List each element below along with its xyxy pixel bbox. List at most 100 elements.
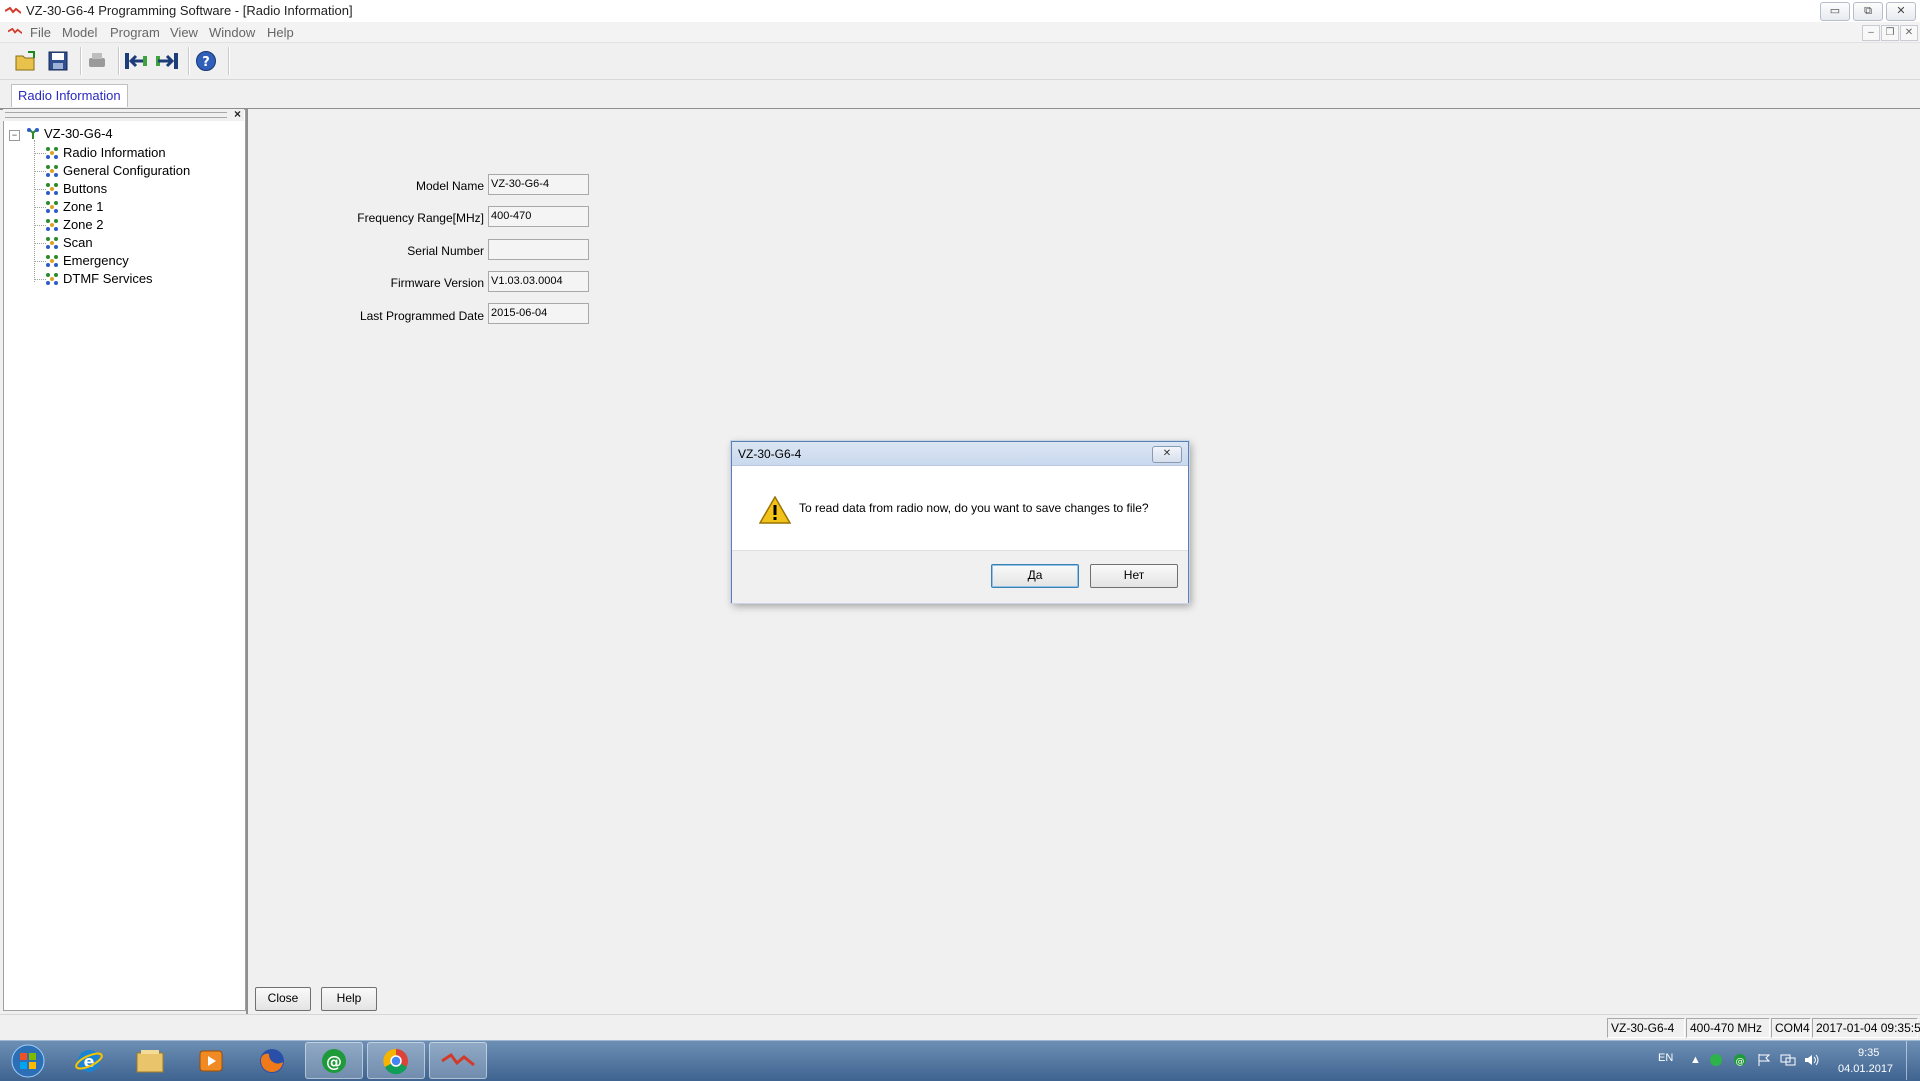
tree-item-buttons[interactable]: Buttons [63, 181, 107, 196]
last-programmed-date-field[interactable]: 2015-06-04 [488, 303, 589, 324]
model-name-field[interactable]: VZ-30-G6-4 [488, 174, 589, 195]
window-title: VZ-30-G6-4 Programming Software - [Radio… [26, 3, 353, 18]
menu-help[interactable]: Help [267, 25, 294, 40]
restore-button[interactable]: ⧉ [1853, 2, 1883, 21]
svg-text:?: ? [202, 55, 210, 70]
firefox-icon [260, 1048, 284, 1073]
mdi-app-icon [8, 28, 22, 34]
tree-expander[interactable]: − [9, 130, 20, 141]
language-indicator[interactable]: EN [1658, 1052, 1673, 1064]
model-name-label: Model Name [415, 179, 484, 193]
svg-text:@: @ [1736, 1057, 1745, 1067]
dialog-message: To read data from radio now, do you want… [799, 501, 1149, 515]
tree-panel-close-button[interactable]: × [234, 107, 241, 121]
tray-flag-icon[interactable] [1757, 1053, 1771, 1067]
tab-radio-information[interactable]: Radio Information [11, 84, 128, 107]
menu-window[interactable]: Window [209, 25, 255, 40]
tree-node-icon [46, 273, 58, 285]
read-from-radio-button[interactable] [122, 48, 150, 74]
tray-app-icon[interactable] [1709, 1053, 1723, 1067]
chrome-icon [383, 1048, 408, 1074]
menu-file[interactable]: File [30, 25, 51, 40]
mdi-restore-button[interactable]: ❐ [1881, 25, 1899, 41]
tree-root-icon [27, 128, 39, 139]
open-button[interactable] [12, 48, 40, 74]
close-window-button[interactable]: ✕ [1886, 2, 1916, 21]
tray-mail-icon[interactable]: @ [1733, 1053, 1747, 1067]
mdi-close-button[interactable]: ✕ [1900, 25, 1918, 41]
clock-date[interactable]: 04.01.2017 [1838, 1063, 1893, 1075]
help-button[interactable]: Help [321, 987, 377, 1011]
panel-grip[interactable] [5, 112, 227, 118]
frequency-range-label: Frequency Range[MHz] [357, 211, 484, 225]
firmware-version-field[interactable]: V1.03.03.0004 [488, 271, 589, 292]
mdi-minimize-button[interactable]: – [1862, 25, 1880, 41]
no-button[interactable]: Нет [1090, 564, 1178, 588]
serial-number-label: Serial Number [407, 244, 484, 258]
tree-node-icon [46, 237, 58, 249]
frequency-range-field[interactable]: 400-470 [488, 206, 589, 227]
tray-volume-icon[interactable] [1804, 1053, 1820, 1067]
taskbar: e @ EN ▲ @ 9:35 04.01.2017 [0, 1040, 1920, 1081]
menu-bar: File Model Program View Window Help – ❐ … [0, 22, 1920, 43]
tree-item-zone-2[interactable]: Zone 2 [63, 217, 103, 232]
dialog-title: VZ-30-G6-4 [738, 447, 802, 461]
write-to-radio-button[interactable] [153, 48, 181, 74]
taskbar-chrome[interactable] [367, 1042, 425, 1079]
windows-start-icon [11, 1044, 45, 1077]
status-model: VZ-30-G6-4 [1607, 1018, 1685, 1038]
status-port: COM4 [1771, 1018, 1811, 1038]
taskbar-explorer[interactable] [121, 1042, 179, 1079]
status-band: 400-470 MHz [1686, 1018, 1770, 1038]
toolbar-separator [228, 47, 230, 75]
yes-button[interactable]: Да [991, 564, 1079, 588]
status-bar: VZ-30-G6-4 400-470 MHz COM4 2017-01-04 0… [0, 1014, 1920, 1041]
serial-number-field[interactable] [488, 239, 589, 260]
tree-node-icon [46, 255, 58, 267]
tree-node-icon [46, 165, 58, 177]
media-player-icon [199, 1050, 223, 1071]
print-button[interactable] [83, 48, 111, 74]
toolbar-separator [80, 47, 82, 75]
save-button[interactable] [44, 48, 72, 74]
toolbar: ? [0, 43, 1920, 80]
mail-agent-icon: @ [322, 1048, 346, 1073]
svg-text:@: @ [326, 1052, 342, 1071]
open-folder-icon [15, 51, 35, 71]
tray-expand-icon[interactable]: ▲ [1690, 1054, 1701, 1066]
close-button[interactable]: Close [255, 987, 311, 1011]
taskbar-internet-explorer[interactable]: e [60, 1042, 118, 1079]
taskbar-media-player[interactable] [182, 1042, 240, 1079]
folder-icon [136, 1049, 164, 1072]
help-toolbar-button[interactable]: ? [192, 48, 220, 74]
menu-view[interactable]: View [170, 25, 198, 40]
internet-explorer-icon: e [75, 1049, 103, 1072]
tree-item-general-configuration[interactable]: General Configuration [63, 163, 190, 178]
last-programmed-date-label: Last Programmed Date [359, 309, 484, 323]
menu-model[interactable]: Model [62, 25, 97, 40]
tree-node-icon [46, 183, 58, 195]
start-button[interactable] [0, 1042, 56, 1079]
menu-program[interactable]: Program [110, 25, 160, 40]
taskbar-mail-agent[interactable]: @ [305, 1042, 363, 1079]
show-desktop-button[interactable] [1906, 1041, 1920, 1080]
dialog-title-bar: VZ-30-G6-4 ✕ [732, 442, 1188, 466]
tree-item-zone-1[interactable]: Zone 1 [63, 199, 103, 214]
tree-node-icon [46, 219, 58, 231]
minimize-button[interactable]: ▭ [1820, 2, 1850, 21]
clock-time[interactable]: 9:35 [1858, 1047, 1879, 1059]
taskbar-firefox[interactable] [243, 1042, 301, 1079]
tree-item-emergency[interactable]: Emergency [63, 253, 129, 268]
toolbar-separator [118, 47, 120, 75]
tree-item-dtmf-services[interactable]: DTMF Services [63, 271, 153, 286]
toolbar-separator [188, 47, 190, 75]
tab-strip: Radio Information [0, 80, 1920, 110]
tree-root-label[interactable]: VZ-30-G6-4 [44, 126, 113, 141]
taskbar-programming-software[interactable] [429, 1042, 487, 1079]
tree-item-scan[interactable]: Scan [63, 235, 93, 250]
help-question-icon: ? [196, 51, 216, 71]
save-disk-icon [48, 51, 68, 71]
tree-item-radio-information[interactable]: Radio Information [63, 145, 166, 160]
dialog-close-button[interactable]: ✕ [1152, 446, 1182, 463]
tray-network-icon[interactable] [1780, 1053, 1796, 1067]
